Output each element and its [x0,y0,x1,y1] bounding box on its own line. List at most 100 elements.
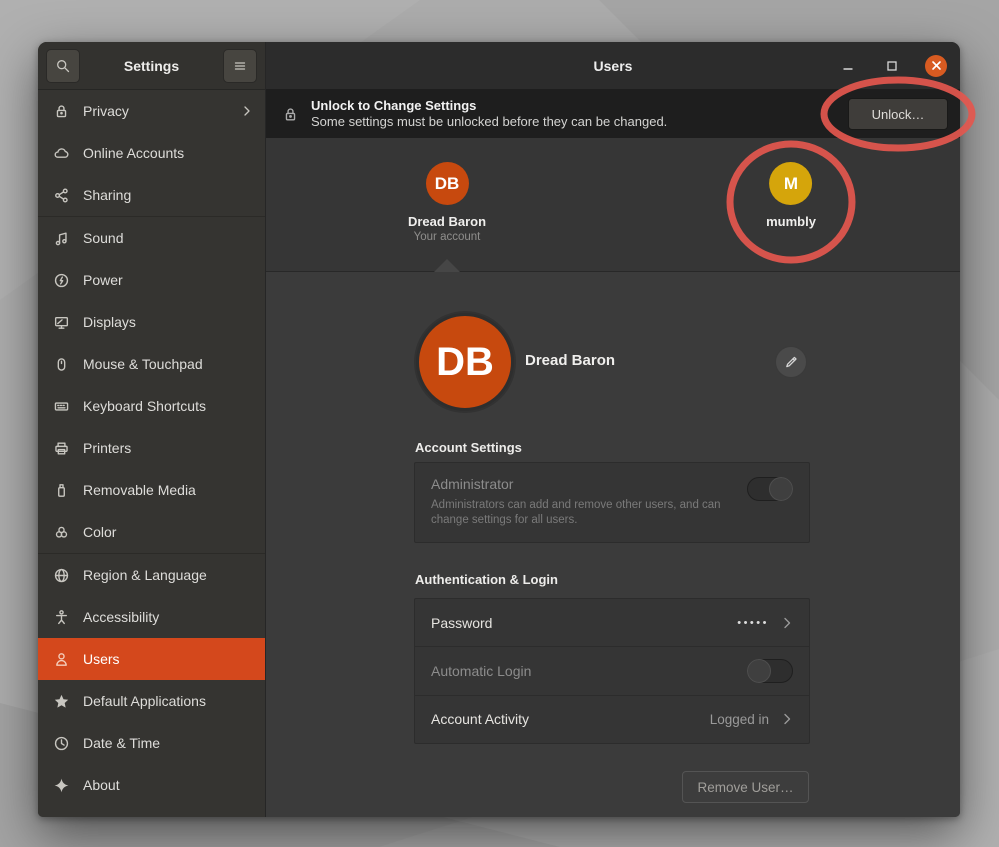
search-icon [55,58,71,74]
menu-button[interactable] [223,49,257,83]
sidebar-item-users[interactable]: Users [38,638,265,680]
user-subtitle: Your account [408,231,486,243]
password-label: Password [431,615,737,631]
person-icon [53,651,70,668]
banner-title: Unlock to Change Settings [311,98,848,114]
unlock-button[interactable]: Unlock… [848,98,948,130]
user-detail-panel: DB Dread Baron Account Settings Administ… [266,272,960,817]
chevron-right-icon [781,713,793,725]
password-row[interactable]: Password ••••• [415,599,809,646]
carousel-user-dread-baron[interactable]: DB Dread Baron Your account [408,162,486,243]
automatic-login-toggle[interactable] [747,659,793,683]
minimize-icon [842,60,854,72]
avatar: M [770,162,813,205]
sidebar-item-removable-media[interactable]: Removable Media [38,469,265,511]
remove-user-button[interactable]: Remove User… [682,771,809,803]
automatic-login-label: Automatic Login [431,663,747,679]
sidebar-item-label: Date & Time [83,735,253,751]
color-circles-icon [53,524,70,541]
sidebar-item-displays[interactable]: Displays [38,301,265,343]
administrator-description: Administrators can add and remove other … [431,498,731,528]
profile-name: Dread Baron [525,352,615,369]
sidebar-item-printers[interactable]: Printers [38,427,265,469]
pencil-icon [784,355,798,369]
sidebar-item-label: Printers [83,440,253,456]
lock-icon [53,103,70,120]
administrator-toggle[interactable] [747,477,793,501]
maximize-icon [886,60,898,72]
sidebar-item-about[interactable]: About [38,764,265,806]
selected-user-caret [434,259,460,272]
sidebar-item-sound[interactable]: Sound [38,217,265,259]
sidebar-item-online-accounts[interactable]: Online Accounts [38,132,265,174]
headerbar: Users [266,42,960,90]
authentication-card: Password ••••• Automatic Login Account A… [414,598,810,744]
account-activity-value: Logged in [710,712,769,727]
sidebar-item-label: Displays [83,314,253,330]
search-button[interactable] [46,49,80,83]
sidebar-item-privacy[interactable]: Privacy [38,90,265,132]
minimize-button[interactable] [837,55,859,77]
maximize-button[interactable] [881,55,903,77]
close-icon [931,60,942,71]
sidebar-item-label: Sound [83,230,253,246]
sidebar-header: Settings [38,42,265,90]
edit-name-button[interactable] [775,346,807,378]
sidebar-item-label: Power [83,272,253,288]
account-activity-row[interactable]: Account Activity Logged in [415,695,809,743]
profile-avatar[interactable]: DB [416,313,514,411]
globe-icon [53,567,70,584]
administrator-card: Administrator Administrators can add and… [414,462,810,543]
banner-subtitle: Some settings must be unlocked before th… [311,114,848,130]
sidebar-item-mouse-touchpad[interactable]: Mouse & Touchpad [38,343,265,385]
sidebar-item-sharing[interactable]: Sharing [38,174,265,216]
clock-icon [53,735,70,752]
sidebar-item-color[interactable]: Color [38,511,265,553]
cloud-icon [53,145,70,162]
administrator-label: Administrator [431,476,793,492]
settings-window: Settings Privacy Onl [38,42,960,817]
user-carousel: DB Dread Baron Your account M mumbly [266,138,960,272]
power-icon [53,272,70,289]
sidebar-item-label: Privacy [83,103,241,119]
sidebar-item-date-time[interactable]: Date & Time [38,722,265,764]
account-activity-label: Account Activity [431,711,710,727]
section-title-account-settings: Account Settings [415,440,522,455]
sidebar-item-label: Accessibility [83,609,253,625]
user-name: mumbly [766,214,816,229]
sidebar-item-keyboard-shortcuts[interactable]: Keyboard Shortcuts [38,385,265,427]
sidebar-item-label: Mouse & Touchpad [83,356,253,372]
mouse-icon [53,356,70,373]
banner-text: Unlock to Change Settings Some settings … [311,98,848,131]
printer-icon [53,440,70,457]
sidebar-item-accessibility[interactable]: Accessibility [38,596,265,638]
user-name: Dread Baron [408,214,486,229]
sidebar-item-label: Sharing [83,187,253,203]
sidebar-item-label: Online Accounts [83,145,253,161]
content-area: Users Unlock to Change Settings Some set… [266,42,960,817]
sidebar-item-label: Removable Media [83,482,253,498]
close-button[interactable] [925,55,947,77]
chevron-right-icon [241,105,253,117]
hamburger-icon [232,58,248,74]
sidebar-item-label: About [83,777,253,793]
lock-icon [282,106,299,123]
sidebar-title: Settings [80,58,223,74]
accessibility-icon [53,609,70,626]
toggle-switch [747,477,793,501]
sidebar-item-label: Color [83,524,253,540]
window-controls [837,55,960,77]
sidebar-list: Privacy Online Accounts Sharing [38,90,265,817]
share-icon [53,187,70,204]
carousel-user-mumbly[interactable]: M mumbly [766,162,816,229]
toggle-knob [769,477,793,501]
password-dots: ••••• [737,617,769,629]
avatar: DB [426,162,469,205]
sidebar-item-region-language[interactable]: Region & Language [38,554,265,596]
star-icon [53,693,70,710]
sidebar-item-label: Keyboard Shortcuts [83,398,253,414]
chevron-right-icon [781,617,793,629]
sidebar-item-default-applications[interactable]: Default Applications [38,680,265,722]
sidebar-item-power[interactable]: Power [38,259,265,301]
automatic-login-row[interactable]: Automatic Login [415,646,809,694]
